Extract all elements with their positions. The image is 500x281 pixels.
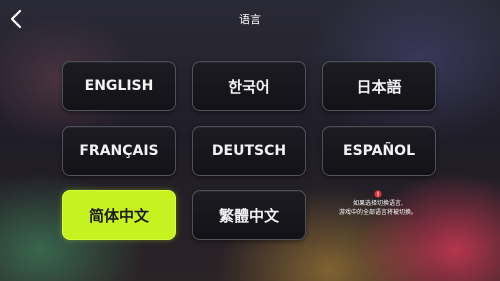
warning-icon <box>374 190 382 198</box>
language-switch-hint: 如果选择切换语言, 游戏中的全部语言将被切换。 <box>318 190 438 217</box>
language-option-german[interactable]: DEUTSCH <box>192 126 306 176</box>
language-option-french[interactable]: FRANÇAIS <box>62 126 176 176</box>
language-option-japanese[interactable]: 日本語 <box>322 61 436 111</box>
language-settings-screen: 语言 ENGLISH 한국어 日本語 FRANÇAIS DEUTSCH ESPA… <box>0 0 500 281</box>
language-option-simplified-chinese[interactable]: 简体中文 <box>62 190 176 240</box>
language-option-english[interactable]: ENGLISH <box>62 61 176 111</box>
hint-line-1: 如果选择切换语言, <box>353 200 403 207</box>
hint-line-2: 游戏中的全部语言将被切换。 <box>338 209 417 216</box>
language-option-korean[interactable]: 한국어 <box>192 61 306 111</box>
page-title: 语言 <box>239 13 261 26</box>
language-option-traditional-chinese[interactable]: 繁體中文 <box>192 190 306 240</box>
language-option-spanish[interactable]: ESPAÑOL <box>322 126 436 176</box>
